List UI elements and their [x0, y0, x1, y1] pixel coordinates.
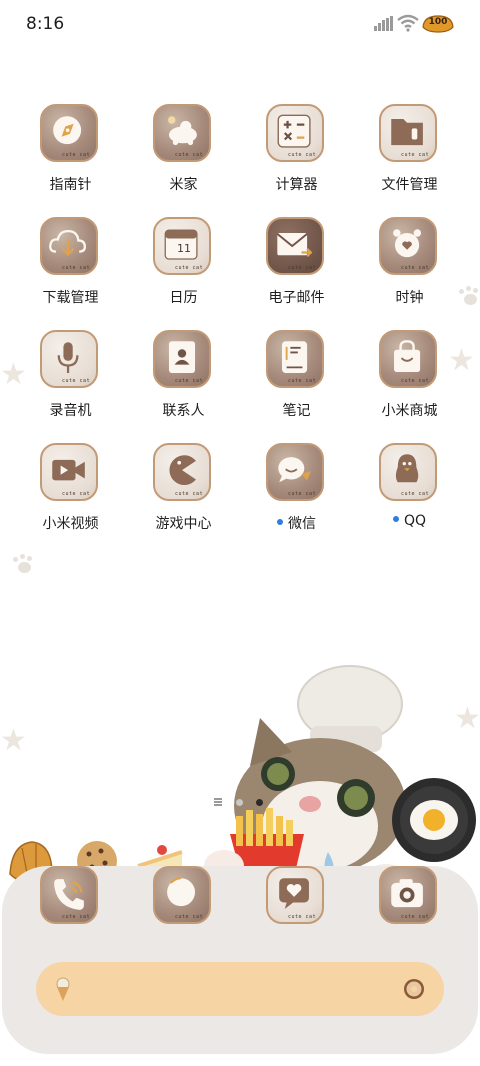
app-label: 时钟 [395, 290, 424, 306]
app-file-manager[interactable]: cute cat 文件管理 [353, 102, 466, 215]
app-icon-tile: cute cat [153, 443, 211, 501]
icon-badge-text: cute cat [401, 265, 430, 271]
ice-cream-icon [56, 977, 70, 1001]
icon-badge-text: cute cat [62, 491, 91, 497]
app-icon-tile: cute cat [40, 330, 98, 388]
app-label: 下载管理 [42, 290, 99, 306]
app-mijia[interactable]: cute cat 米家 [127, 102, 240, 215]
app-label: 微信 [240, 513, 353, 533]
icon-badge-text: cute cat [401, 491, 430, 497]
app-recorder[interactable]: cute cat 录音机 [14, 328, 127, 441]
app-calendar[interactable]: 11 cute cat 日历 [127, 215, 240, 328]
app-icon-tile: cute cat [266, 443, 324, 501]
app-label: 小米视频 [42, 516, 99, 532]
paw-decoration [12, 554, 38, 576]
icon-badge-text: cute cat [288, 914, 317, 920]
app-icon-tile: cute cat [266, 217, 324, 275]
notification-dot [392, 516, 399, 522]
app-notes[interactable]: cute cat 笔记 [240, 328, 353, 441]
clock-time: 8:16 [26, 14, 65, 34]
app-mi-video[interactable]: cute cat 小米视频 [14, 441, 127, 554]
dock-phone[interactable]: cute cat [14, 864, 127, 928]
app-icon-tile: 11 cute cat [153, 217, 211, 275]
donut-icon [404, 979, 424, 999]
app-label: 录音机 [49, 403, 92, 419]
app-icon-tile: cute cat [379, 866, 437, 924]
signal-icon [374, 16, 394, 31]
app-label: 联系人 [162, 403, 205, 419]
app-icon-tile: cute cat [379, 443, 437, 501]
page-indicator[interactable] [214, 798, 266, 808]
app-icon-tile: cute cat [266, 866, 324, 924]
app-clock[interactable]: cute cat 时钟 [353, 215, 466, 328]
icon-badge-text: cute cat [175, 914, 204, 920]
app-email[interactable]: cute cat 电子邮件 [240, 215, 353, 328]
app-qq[interactable]: cute cat QQ [353, 441, 466, 554]
app-label: 文件管理 [381, 177, 438, 193]
app-icon-tile: cute cat [40, 217, 98, 275]
app-icon-tile: cute cat [379, 217, 437, 275]
app-label: 笔记 [282, 403, 311, 419]
app-label: 日历 [169, 290, 198, 306]
app-icon-tile: cute cat [153, 330, 211, 388]
wifi-icon [397, 14, 419, 32]
app-calculator[interactable]: cute cat 计算器 [240, 102, 353, 215]
app-contacts[interactable]: cute cat 联系人 [127, 328, 240, 441]
app-compass[interactable]: cute cat 指南针 [14, 102, 127, 215]
icon-badge-text: cute cat [62, 378, 91, 384]
app-label: QQ [353, 513, 466, 529]
icon-badge-text: cute cat [62, 265, 91, 271]
app-mi-store[interactable]: cute cat 小米商城 [353, 328, 466, 441]
notification-dot [277, 519, 283, 525]
app-icon-tile: cute cat [40, 443, 98, 501]
icon-badge-text: cute cat [401, 914, 430, 920]
search-bar[interactable] [36, 962, 444, 1016]
app-download-manager[interactable]: cute cat 下载管理 [14, 215, 127, 328]
app-label: 指南针 [49, 177, 92, 193]
icon-badge-text: cute cat [288, 265, 317, 271]
icon-badge-text: cute cat [62, 914, 91, 920]
calendar-day: 11 [177, 242, 191, 255]
app-label: 计算器 [275, 177, 318, 193]
app-icon-tile: cute cat [379, 330, 437, 388]
app-icon-tile: cute cat [266, 104, 324, 162]
icon-badge-text: cute cat [401, 378, 430, 384]
app-label: 游戏中心 [155, 516, 212, 532]
app-label: 米家 [169, 177, 198, 193]
battery-indicator: 100 [421, 14, 455, 34]
app-icon-tile: cute cat [379, 104, 437, 162]
page-dot-active [256, 799, 263, 806]
app-wechat[interactable]: cute cat 微信 [240, 441, 353, 554]
icon-badge-text: cute cat [288, 152, 317, 158]
icon-badge-text: cute cat [288, 378, 317, 384]
app-label: 电子邮件 [268, 290, 325, 306]
page-dot [236, 799, 243, 806]
battery-level: 100 [428, 17, 448, 27]
icon-badge-text: cute cat [175, 152, 204, 158]
app-icon-tile: cute cat [153, 866, 211, 924]
icon-badge-text: cute cat [175, 265, 204, 271]
app-label: 小米商城 [381, 403, 438, 419]
app-game-center[interactable]: cute cat 游戏中心 [127, 441, 240, 554]
app-icon-tile: cute cat [40, 104, 98, 162]
dock-camera[interactable]: cute cat [353, 864, 466, 928]
icon-badge-text: cute cat [401, 152, 430, 158]
star-decoration: ★ [0, 723, 27, 758]
app-icon-tile: cute cat [40, 866, 98, 924]
app-icon-tile: cute cat [266, 330, 324, 388]
dock-messages[interactable]: cute cat [240, 864, 353, 928]
icon-badge-text: cute cat [175, 378, 204, 384]
icon-badge-text: cute cat [288, 491, 317, 497]
icon-badge-text: cute cat [175, 491, 204, 497]
status-bar: 8:16 100 [0, 0, 480, 52]
dock-browser[interactable]: cute cat [127, 864, 240, 928]
icon-badge-text: cute cat [62, 152, 91, 158]
app-icon-tile: cute cat [153, 104, 211, 162]
page-list-icon [214, 798, 222, 806]
